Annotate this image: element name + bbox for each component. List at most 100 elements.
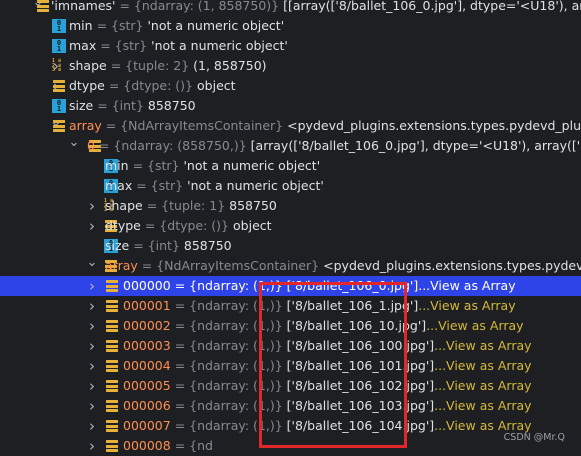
- tree-row[interactable]: 0 1 size = {int} 858750: [0, 96, 581, 116]
- view-as-array-link[interactable]: ...View as Array: [434, 376, 531, 396]
- view-as-array-link[interactable]: ...View as Array: [434, 336, 531, 356]
- tree-row[interactable]: ⌄ array = {NdArrayItemsContainer} <pydevd_p…: [0, 116, 581, 136]
- tree-row[interactable]: › 000005 = {ndarray: (1,)} ['8/ballet_106_1…: [0, 376, 581, 396]
- variable-type: = {str}: [100, 38, 148, 53]
- variable-value: ['8/ballet_106_103.jpg']: [286, 398, 435, 413]
- variable-name: 0: [87, 138, 95, 153]
- primitive-value-icon: 01: [52, 19, 66, 33]
- collapsed-arrow-icon[interactable]: ›: [86, 416, 98, 436]
- collapsed-arrow-icon[interactable]: ›: [86, 376, 98, 396]
- array-icon: [105, 399, 119, 413]
- tree-row[interactable]: ⌄'imnames'= {ndarray: (1, 858750)}[[arra…: [0, 0, 581, 16]
- variable-type: = {ndarray: (1,)}: [174, 378, 283, 393]
- collapsed-arrow-icon[interactable]: ›: [86, 196, 98, 216]
- variable-value: 'not a numeric object': [187, 178, 324, 193]
- array-icon: [52, 119, 66, 133]
- variable-type: = {str}: [96, 18, 144, 33]
- tree-row[interactable]: › 000001 = {ndarray: (1,)} ['8/ballet_106_1…: [0, 296, 581, 316]
- variable-value: 'not a numeric object': [147, 18, 285, 33]
- collapsed-arrow-icon[interactable]: ›: [86, 396, 98, 416]
- variable-type: = {dtype: ()}: [108, 78, 194, 93]
- tree-row[interactable]: › 000003 = {ndarray: (1,)} ['8/ballet_106_1…: [0, 336, 581, 356]
- variable-value: [[array(['8/ballet_106_0.jpg'], dtype='<…: [283, 0, 581, 13]
- array-icon: [105, 419, 119, 433]
- tree-row[interactable]: › 1 ≡ 2 ≡ 3 ≡ shape = {tuple: 2} (1, 858750): [0, 56, 581, 76]
- tree-row[interactable]: 0 1 max = {str}'not a numeric object': [0, 176, 581, 196]
- variable-type: = {ndarray: (1, 858750)}: [119, 0, 280, 13]
- primitive-value-icon: 01: [52, 99, 66, 113]
- tree-row[interactable]: ›dtype= {dtype: ()}object: [0, 216, 581, 236]
- tree-row[interactable]: › 000004 = {ndarray: (1,)} ['8/ballet_106_1…: [0, 356, 581, 376]
- collapsed-arrow-icon[interactable]: ›: [86, 216, 98, 236]
- variable-name: 000004: [123, 358, 171, 373]
- variables-tree: ⌄ 'imnames'= {ndarray: (1, 858750)}[[arra…: [0, 0, 581, 456]
- variable-name: 000006: [123, 398, 171, 413]
- variable-name: array: [105, 258, 138, 273]
- collapsed-arrow-icon[interactable]: ›: [86, 316, 98, 336]
- variable-type: = {str}: [132, 158, 180, 173]
- variable-name: 000007: [123, 418, 171, 433]
- variable-value: ['8/ballet_106_104.jpg']: [286, 418, 435, 433]
- variable-value: 858750: [147, 98, 196, 113]
- variable-name: shape: [105, 198, 143, 213]
- view-as-array-link[interactable]: ...View as Array: [434, 356, 531, 376]
- variable-type: = {dtype: ()}: [144, 218, 230, 233]
- variable-name: 000000: [123, 278, 171, 293]
- variable-type: = {int}: [97, 98, 144, 113]
- tree-row[interactable]: 0 1 max = {str}'not a numeric object': [0, 36, 581, 56]
- tree-row[interactable]: › 1 ≡ 2 ≡ 3 ≡ shape = {tuple: 1} 858750: [0, 196, 581, 216]
- array-icon: [105, 439, 119, 453]
- variable-value: ['8/ballet_106_101.jpg']: [286, 358, 435, 373]
- collapsed-arrow-icon[interactable]: ›: [86, 436, 98, 456]
- view-as-array-link[interactable]: ...View as Array: [426, 316, 523, 336]
- view-as-array-link[interactable]: ...View as Array: [418, 296, 515, 316]
- variable-value: ['8/ballet_106_102.jpg']: [286, 378, 435, 393]
- variable-type: = {ndarray: (1,)}: [174, 418, 283, 433]
- view-as-array-link[interactable]: ...View as Array: [434, 396, 531, 416]
- array-icon: [36, 0, 50, 13]
- variable-name: size: [105, 238, 130, 253]
- tree-row[interactable]: › 000007 = {ndarray: (1,)} ['8/ballet_106_1…: [0, 416, 581, 436]
- tree-row[interactable]: 0 1 size = {int} 858750: [0, 236, 581, 256]
- array-icon: [105, 279, 119, 293]
- variable-value: 858750: [183, 238, 232, 253]
- tree-row[interactable]: ⌄ 0 = {ndarray: (858750,)} [array(['8/balle…: [0, 136, 581, 156]
- variable-type: = {ndarray: (1,)}: [174, 298, 283, 313]
- variable-type: = {tuple: 2}: [110, 58, 190, 73]
- tree-row[interactable]: › 000000 = {ndarray: (1,)} ['8/ballet_106_0…: [0, 276, 581, 296]
- variable-type: = {NdArrayItemsContainer}: [141, 258, 320, 273]
- collapsed-arrow-icon[interactable]: ›: [86, 296, 98, 316]
- collapsed-arrow-icon[interactable]: ›: [86, 356, 98, 376]
- variable-type: = {tuple: 1}: [146, 198, 226, 213]
- variable-type: = {nd: [174, 438, 213, 453]
- variable-value: (1, 858750): [193, 58, 267, 73]
- tree-row[interactable]: › 000006 = {ndarray: (1,)} ['8/ballet_106_1…: [0, 396, 581, 416]
- variable-name: max: [105, 178, 133, 193]
- tree-row[interactable]: ⌄ array = {NdArrayItemsContainer} <pydevd_p…: [0, 256, 581, 276]
- collapsed-arrow-icon[interactable]: ›: [86, 336, 98, 356]
- variable-value: ['8/ballet_106_1.jpg']: [286, 298, 419, 313]
- view-as-array-link[interactable]: ...View as Array: [418, 276, 515, 296]
- tree-row[interactable]: › 000008 = {nd: [0, 436, 581, 456]
- variable-name: 000005: [123, 378, 171, 393]
- array-icon: [105, 359, 119, 373]
- variable-value: ['8/ballet_106_10.jpg']: [286, 318, 427, 333]
- variable-type: = {ndarray: (1,)}: [174, 358, 283, 373]
- tree-row[interactable]: 0 1 min = {str}'not a numeric object': [0, 156, 581, 176]
- variable-type: = {ndarray: (1,)}: [174, 338, 283, 353]
- tree-row[interactable]: › 000002 = {ndarray: (1,)} ['8/ballet_106_1…: [0, 316, 581, 336]
- tree-row[interactable]: 0 1 min = {str}'not a numeric object': [0, 16, 581, 36]
- expanded-arrow-icon[interactable]: ⌄: [86, 256, 98, 276]
- tree-row[interactable]: ›dtype= {dtype: ()}object: [0, 76, 581, 96]
- variable-type: = {ndarray: (1,)}: [174, 278, 283, 293]
- variable-name: dtype: [105, 218, 141, 233]
- variable-name: 'imnames': [51, 0, 116, 13]
- array-icon: [52, 79, 66, 93]
- variable-name: 000003: [123, 338, 171, 353]
- watermark: CSDN @Mr.Q: [503, 432, 565, 443]
- array-icon: [105, 339, 119, 353]
- variable-type: = {int}: [133, 238, 180, 253]
- collapsed-arrow-icon[interactable]: ›: [86, 276, 98, 296]
- variable-name: size: [69, 98, 94, 113]
- expanded-arrow-icon[interactable]: ⌄: [68, 136, 80, 156]
